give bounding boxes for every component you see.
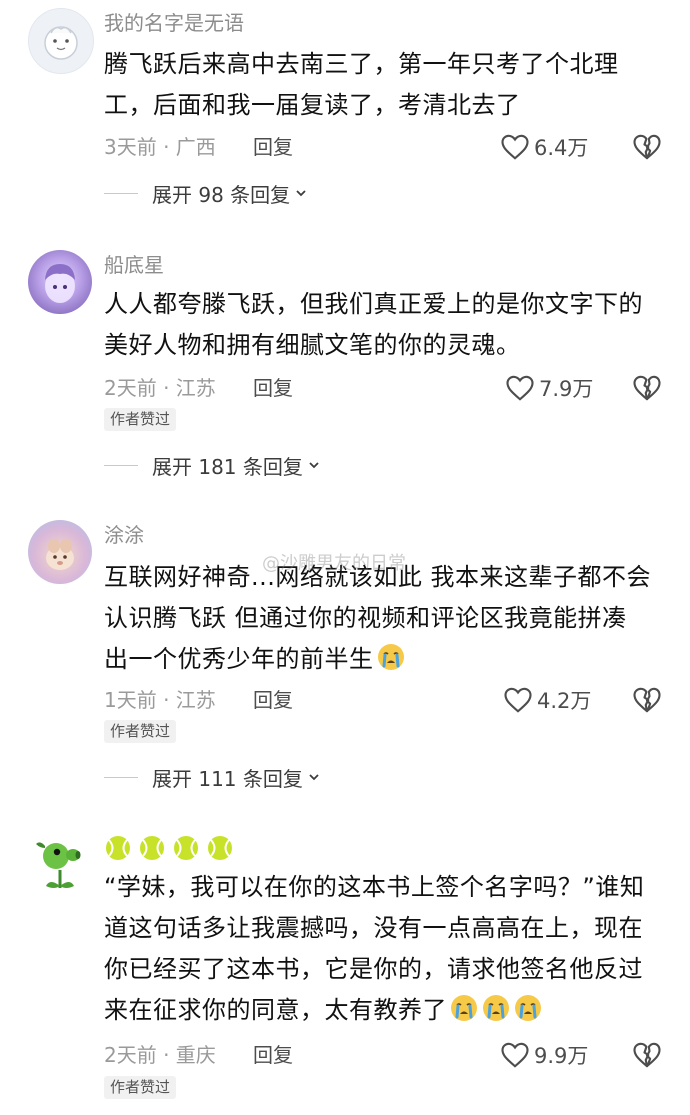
comment-meta: 1天前 · 江苏 <box>104 688 216 712</box>
reply-button[interactable]: 回复 <box>253 687 293 713</box>
like-count: 4.2万 <box>537 689 592 713</box>
crying-emoji <box>483 995 509 1021</box>
like-button[interactable]: 4.2万 <box>503 685 591 715</box>
comment-line: 美好人物和拥有细腻文笔的你的灵魂。 <box>104 331 521 359</box>
like-button[interactable]: 9.9万 <box>500 1040 588 1070</box>
crying-emoji <box>515 995 541 1021</box>
comment-line: 工，后面和我一届复读了，考清北去了 <box>104 91 521 119</box>
like-button[interactable]: 6.4万 <box>500 132 588 162</box>
chevron-down-icon <box>309 462 319 469</box>
expand-replies-button[interactable]: 展开 111 条回复 <box>104 762 321 792</box>
comment-line: 你已经买了这本书，它是你的，请求他签名他反过 <box>104 955 643 983</box>
chevron-down-icon <box>296 190 306 197</box>
watermark: @沙雕男友的日常 <box>262 553 406 574</box>
username[interactable]: 船底星 <box>104 252 164 278</box>
comment-meta: 2天前 · 江苏 <box>104 376 216 400</box>
comment-line: 出一个优秀少年的前半生 <box>104 639 669 680</box>
like-button[interactable]: 7.9万 <box>505 373 593 403</box>
comment-line: 认识腾飞跃 但通过你的视频和评论区我竟能拼凑 <box>104 604 627 632</box>
crying-emoji <box>451 995 477 1021</box>
comment-line: 道这句话多让我震撼吗，没有一点高高在上，现在 <box>104 914 643 942</box>
author-liked-badge: 作者赞过 <box>104 408 177 431</box>
divider <box>104 776 138 778</box>
comment-text: 腾飞跃后来高中去南三了，第一年只考了个北理 工，后面和我一届复读了，考清北去了 <box>104 44 669 126</box>
avatar[interactable] <box>28 250 92 314</box>
divider <box>104 192 138 194</box>
avatar[interactable] <box>28 8 94 74</box>
username[interactable]: 我的名字是无语 <box>104 10 244 36</box>
expand-replies-button[interactable]: 展开 181 条回复 <box>104 450 321 480</box>
comment-line-text: 来在征求你的同意，太有教养了 <box>104 996 447 1024</box>
comment-text: 人人都夸滕飞跃，但我们真正爱上的是你文字下的 美好人物和拥有细腻文笔的你的灵魂。 <box>104 284 669 366</box>
comment-line: 来在征求你的同意，太有教养了 <box>104 990 669 1031</box>
heart-outline-icon <box>501 1042 529 1068</box>
heart-outline-icon <box>506 375 534 401</box>
expand-replies-button[interactable]: 展开 98 条回复 <box>104 178 308 208</box>
like-count: 6.4万 <box>534 136 589 160</box>
like-count: 9.9万 <box>534 1044 589 1068</box>
divider <box>104 464 138 466</box>
broken-heart-icon[interactable] <box>632 132 662 162</box>
crying-emoji <box>377 644 404 670</box>
avatar[interactable] <box>28 830 92 894</box>
comment-meta: 3天前 · 广西 <box>104 135 216 159</box>
tennis-ball-emoji <box>174 836 198 860</box>
tennis-ball-emoji <box>208 836 232 860</box>
emoji-username[interactable] <box>104 834 234 862</box>
expand-replies-label: 展开 111 条回复 <box>152 766 303 791</box>
like-count: 7.9万 <box>539 377 594 401</box>
comment-line: 腾飞跃后来高中去南三了，第一年只考了个北理 <box>104 50 619 78</box>
broken-heart-icon[interactable] <box>632 1040 662 1070</box>
expand-replies-label: 展开 98 条回复 <box>152 182 291 207</box>
username[interactable]: 涂涂 <box>104 522 144 548</box>
reply-button[interactable]: 回复 <box>253 134 293 160</box>
comment-line: 人人都夸滕飞跃，但我们真正爱上的是你文字下的 <box>104 290 643 318</box>
comment-line: “学妹，我可以在你的这本书上签个名字吗？”谁知 <box>104 873 645 901</box>
comment-text: 互联网好神奇...网络就该如此 我本来这辈子都不会 认识腾飞跃 但通过你的视频和… <box>104 557 669 680</box>
tennis-ball-emoji <box>106 836 130 860</box>
heart-outline-icon <box>504 687 532 713</box>
tennis-ball-emoji <box>140 836 164 860</box>
chevron-down-icon <box>309 774 319 781</box>
author-liked-badge: 作者赞过 <box>104 1076 177 1099</box>
author-liked-badge: 作者赞过 <box>104 720 177 743</box>
broken-heart-icon[interactable] <box>632 373 662 403</box>
comment-line-text: 出一个优秀少年的前半生 <box>104 645 374 673</box>
reply-button[interactable]: 回复 <box>253 1042 293 1068</box>
broken-heart-icon[interactable] <box>632 685 662 715</box>
comment-meta: 2天前 · 重庆 <box>104 1043 216 1067</box>
reply-button[interactable]: 回复 <box>253 375 293 401</box>
heart-outline-icon <box>501 134 529 160</box>
comment-text: “学妹，我可以在你的这本书上签个名字吗？”谁知 道这句话多让我震撼吗，没有一点高… <box>104 867 669 1031</box>
expand-replies-label: 展开 181 条回复 <box>152 454 303 479</box>
avatar[interactable] <box>28 520 92 584</box>
